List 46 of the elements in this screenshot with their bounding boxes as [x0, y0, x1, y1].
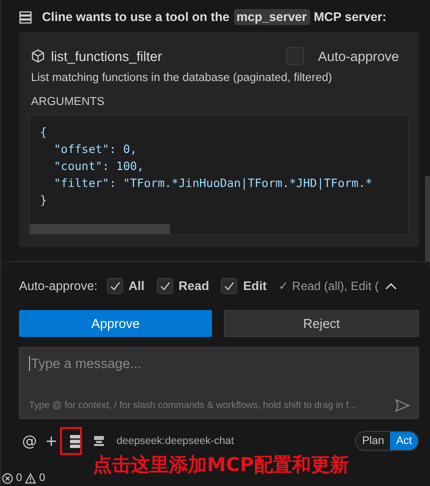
code-line: } [40, 192, 48, 209]
reject-button[interactable]: Reject [224, 310, 419, 337]
checkbox-label: Read [178, 279, 210, 293]
checkbox-label: All [128, 279, 145, 293]
server-name: mcp_server [234, 9, 310, 25]
placeholder: Type a message... [31, 356, 142, 371]
server-icon [19, 10, 32, 24]
server-icon[interactable] [70, 434, 81, 448]
mode-option[interactable]: Plan [356, 432, 390, 450]
code-line: "offset": 0, [52, 141, 138, 158]
check-icon [223, 280, 236, 292]
auto-approve-summary: ✓ Read (all), Edit ( [278, 279, 379, 293]
checkbox-label: Auto-approve [318, 48, 399, 64]
error-icon[interactable] [2, 472, 13, 484]
header-text: Cline wants to use a tool on the [42, 10, 230, 24]
send-icon[interactable] [395, 399, 410, 412]
code-line: "count": 100, [52, 158, 145, 175]
input-hint: Type @ for context, / for slash commands & workflows, hold shift to drag in f... [29, 400, 356, 411]
model-name[interactable]: deepseek:deepseek-chat [116, 435, 234, 447]
warning-icon[interactable] [25, 472, 36, 484]
code-line: { [40, 124, 48, 141]
tool-name: list_functions_filter [51, 48, 162, 64]
warning-count: 0 [39, 472, 46, 484]
code-line: "filter": "TForm.*JinHuoDan|TForm.*JHD|TForm.* [52, 175, 374, 192]
checkbox[interactable] [106, 278, 123, 294]
check-icon [158, 280, 171, 292]
approve-button[interactable]: Approve [19, 310, 212, 337]
highlight-box [60, 426, 82, 454]
message-input[interactable]: Type a message... Type @ for context, / for slash commands & workflows, hold shift to drag in f... [19, 347, 419, 419]
scrollbar-thumb[interactable] [425, 176, 430, 262]
arguments-label: ARGUMENTS [30, 96, 106, 108]
chevron-icon[interactable] [384, 282, 397, 290]
check-icon [108, 280, 121, 292]
mode-option[interactable]: Act [390, 432, 418, 450]
mention-button[interactable]: @ [22, 432, 37, 450]
checkbox[interactable] [221, 278, 238, 294]
checkbox[interactable] [156, 278, 173, 294]
add-button[interactable]: + [45, 432, 58, 450]
annotation-text: 点击这里添加MCP配置和更新 [93, 453, 349, 478]
error-count: 0 [16, 472, 22, 484]
scrollbar-thumb[interactable] [30, 224, 170, 234]
tool-description: List matching functions in the database (paginated, filtered) [30, 72, 334, 84]
checkbox-label: Edit [243, 279, 267, 293]
header-text: MCP server: [314, 10, 386, 24]
auto-approve-label: Auto-approve: [19, 279, 98, 293]
cube-icon [31, 49, 45, 63]
